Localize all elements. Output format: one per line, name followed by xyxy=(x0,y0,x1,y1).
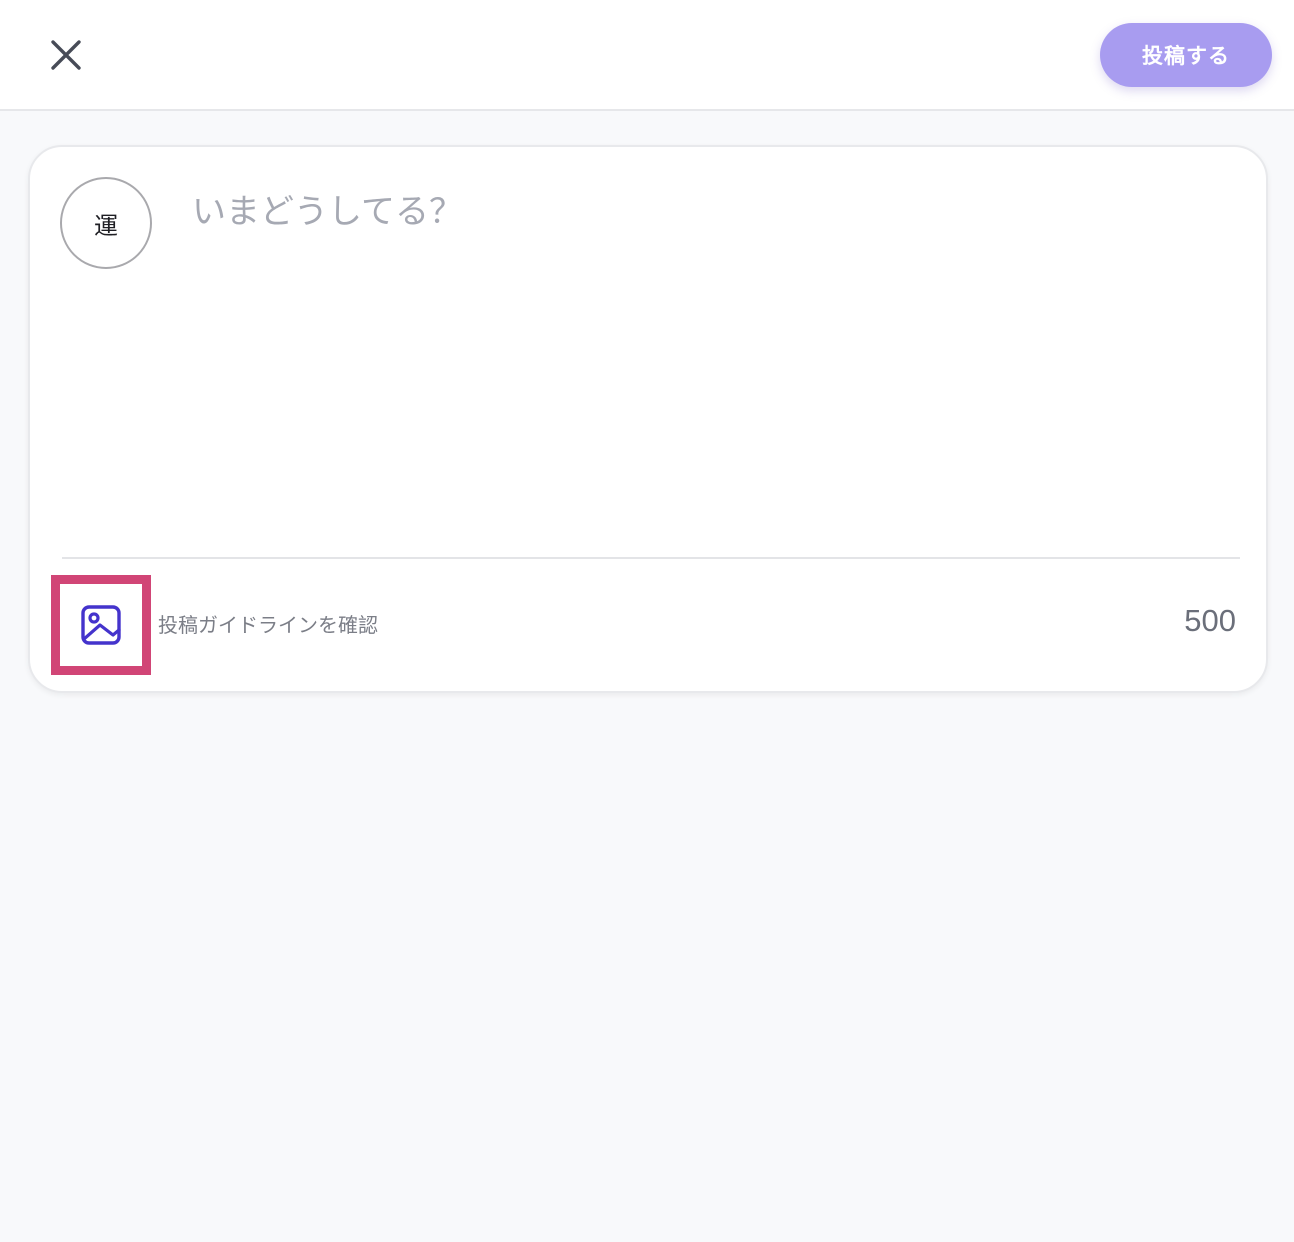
compose-card: 運 投稿ガイドラインを確認 500 xyxy=(28,145,1268,693)
top-bar: 投稿する xyxy=(0,0,1294,111)
avatar: 運 xyxy=(60,177,152,269)
guideline-link[interactable]: 投稿ガイドラインを確認 xyxy=(158,609,378,638)
close-button[interactable] xyxy=(44,33,88,77)
add-image-button[interactable] xyxy=(51,575,151,675)
divider xyxy=(62,557,1240,559)
post-button[interactable]: 投稿する xyxy=(1100,23,1272,87)
image-icon xyxy=(81,605,121,645)
compose-textarea[interactable] xyxy=(180,187,1254,547)
character-count: 500 xyxy=(1184,603,1236,638)
close-icon xyxy=(51,40,81,70)
